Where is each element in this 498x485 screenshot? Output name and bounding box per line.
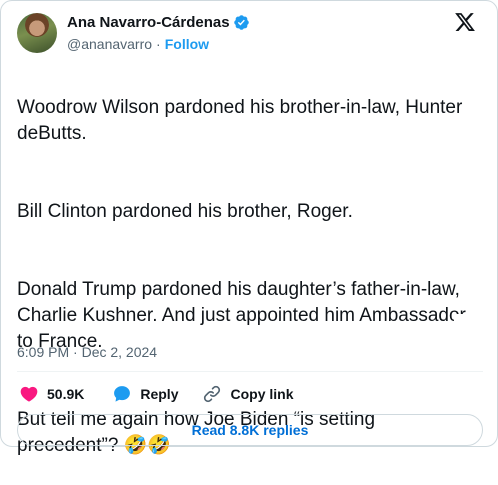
- like-count: 50.9K: [47, 386, 85, 402]
- author-name[interactable]: Ana Navarro-Cárdenas: [67, 14, 230, 31]
- tweet-card: Ana Navarro-Cárdenas @ananavarro · Follo…: [0, 0, 498, 456]
- author-handle-row: @ananavarro · Follow: [67, 36, 209, 52]
- verified-badge-icon: [233, 15, 249, 30]
- reply-bubble-icon: [114, 386, 131, 402]
- action-bar: 50.9K Reply Copy link: [17, 384, 294, 404]
- like-button[interactable]: 50.9K: [19, 384, 84, 404]
- reply-button[interactable]: Reply: [112, 384, 178, 404]
- heart-icon: [20, 386, 38, 402]
- divider: [17, 371, 483, 372]
- author-name-row: Ana Navarro-Cárdenas: [67, 14, 250, 31]
- link-icon: [204, 385, 221, 403]
- copy-link-button[interactable]: Copy link: [202, 384, 294, 404]
- read-replies-button[interactable]: Read 8.8K replies: [17, 414, 483, 446]
- reply-label: Reply: [140, 386, 179, 402]
- copy-link-label: Copy link: [230, 386, 294, 402]
- tweet-paragraph: Bill Clinton pardoned his brother, Roger…: [17, 201, 353, 222]
- avatar[interactable]: [17, 13, 57, 53]
- separator-dot: ·: [156, 36, 161, 52]
- author-handle[interactable]: @ananavarro: [67, 36, 152, 52]
- tweet-paragraph: Woodrow Wilson pardoned his brother-in-l…: [17, 97, 463, 144]
- x-logo-icon[interactable]: [454, 11, 476, 33]
- tweet-timestamp[interactable]: 6:09 PM · Dec 2, 2024: [17, 344, 157, 360]
- overlay-block: [454, 314, 484, 384]
- follow-button[interactable]: Follow: [165, 36, 209, 52]
